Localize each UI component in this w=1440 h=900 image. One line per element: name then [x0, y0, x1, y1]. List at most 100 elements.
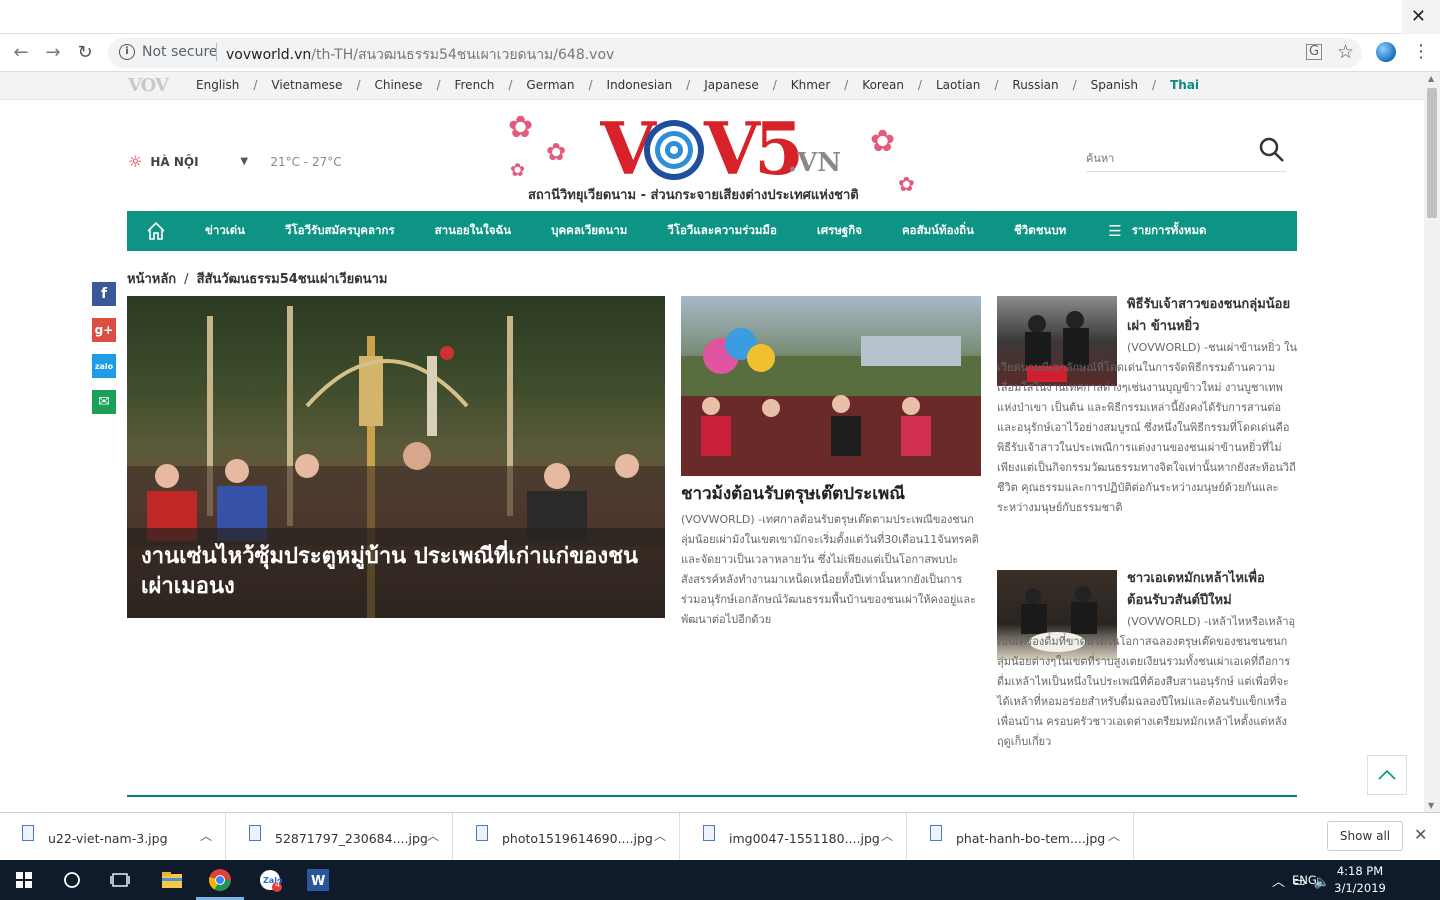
lang-sep: / — [686, 78, 691, 92]
hamburger-icon: ☰ — [1108, 222, 1122, 240]
facebook-share-icon[interactable]: f — [92, 282, 116, 306]
translate-icon[interactable]: G — [1306, 44, 1322, 60]
weather-city[interactable]: HÀ NỘI — [150, 155, 240, 169]
scroll-down-arrow-icon[interactable]: ▼ — [1428, 801, 1434, 810]
download-item[interactable]: photo1519614690....jpg ︿ — [454, 813, 680, 861]
chevron-up-icon[interactable]: ︿ — [881, 827, 893, 844]
lang-russian[interactable]: Russian — [1012, 78, 1058, 92]
breadcrumb-home[interactable]: หน้าหลัก — [127, 272, 176, 287]
search-box — [1086, 137, 1286, 172]
bookmark-star-icon[interactable]: ☆ — [1337, 41, 1354, 63]
lang-sep: / — [772, 78, 777, 92]
download-item[interactable]: img0047-1551180....jpg ︿ — [681, 813, 907, 861]
chevron-up-icon[interactable]: ︿ — [1108, 827, 1120, 844]
lang-spanish[interactable]: Spanish — [1091, 78, 1138, 92]
url-text[interactable]: vovworld.vn/th-TH/สนวฒนธรรม54ชนเผาเวยดนา… — [226, 44, 614, 66]
nav-item-rural-life[interactable]: ชีวิตชนบท — [1014, 222, 1066, 240]
chevron-up-icon — [1378, 769, 1396, 780]
security-label[interactable]: Not secure — [142, 44, 218, 60]
nav-item-economy[interactable]: เศรษฐกิจ — [817, 222, 862, 240]
download-filename: img0047-1551180....jpg — [729, 831, 880, 846]
browser-tabstrip: ✕ — [0, 0, 1440, 34]
reload-icon[interactable]: ↻ — [74, 42, 96, 63]
svg-text:W: W — [311, 874, 325, 889]
word-taskbar-icon[interactable]: W — [294, 860, 342, 900]
download-item[interactable]: u22-viet-nam-3.jpg ︿ — [0, 813, 226, 861]
downloads-bar: u22-viet-nam-3.jpg ︿ 52871797_230684....… — [0, 812, 1440, 861]
file-explorer-icon[interactable] — [148, 860, 196, 900]
tray-clock[interactable]: 4:18 PM 3/1/2019 — [1330, 863, 1390, 897]
download-item[interactable]: phat-hanh-bo-tem....jpg ︿ — [908, 813, 1134, 861]
chevron-up-icon[interactable]: ︿ — [427, 827, 439, 844]
search-icon[interactable] — [1258, 136, 1286, 164]
lang-sep: / — [588, 78, 593, 92]
back-arrow-icon[interactable]: ← — [10, 42, 32, 63]
nav-item-local-column[interactable]: คอสัมน์ท้องถิ่น — [902, 222, 974, 240]
nav-item-vov-cooperation[interactable]: วีโอวีและความร่วมมือ — [667, 222, 777, 240]
browser-tab[interactable] — [0, 0, 1402, 34]
page-scrollbar[interactable]: ▲ ▼ — [1424, 72, 1440, 812]
vov-small-logo[interactable]: VOV — [128, 75, 169, 96]
search-input[interactable] — [1086, 152, 1246, 165]
nav-item-vietnam-in-heart[interactable]: สานอยในใจฉัน — [435, 222, 512, 240]
zalo-share-icon[interactable]: zalo — [92, 354, 116, 378]
nav-item-news[interactable]: ข่าวเด่น — [205, 222, 245, 240]
window-close-icon[interactable]: ✕ — [1411, 6, 1426, 27]
lang-sep: / — [356, 78, 361, 92]
windows-start-icon[interactable] — [0, 860, 48, 900]
zalo-taskbar-icon[interactable]: Zalo 4 — [246, 860, 294, 900]
lang-thai[interactable]: Thai — [1170, 78, 1199, 92]
close-icon[interactable]: ✕ — [1414, 825, 1427, 844]
zalo-badge-count: 4 — [275, 880, 281, 889]
chevron-down-icon[interactable]: ▼ — [240, 156, 270, 167]
task-view-icon[interactable] — [96, 860, 144, 900]
nav-item-recruitment[interactable]: วีโอวีรับสมัครบุคลากร — [285, 222, 395, 240]
lang-english[interactable]: English — [196, 78, 239, 92]
lang-indonesian[interactable]: Indonesian — [607, 78, 673, 92]
right-article-2-title[interactable]: ชาวเอเดหมักเหล้าไหเพื่อต้อนรับวสันต์ปีให… — [1127, 568, 1299, 612]
chrome-menu-icon[interactable]: ⋮ — [1412, 41, 1430, 62]
middle-article-image[interactable] — [681, 296, 981, 476]
nav-all-programs[interactable]: ☰ รายการทั้งหมด — [1108, 222, 1206, 240]
home-icon[interactable] — [127, 211, 185, 251]
section-divider — [127, 795, 1297, 797]
chevron-up-icon[interactable]: ︿ — [200, 827, 212, 844]
lang-french[interactable]: French — [454, 78, 494, 92]
tray-date: 3/1/2019 — [1334, 881, 1386, 895]
lang-khmer[interactable]: Khmer — [791, 78, 830, 92]
profile-avatar-icon[interactable] — [1376, 42, 1396, 62]
input-language[interactable]: ENG — [1292, 873, 1317, 887]
search-circle-icon[interactable] — [48, 860, 96, 900]
weather-widget: ☼ HÀ NỘI ▼ 21°C - 27°C — [128, 152, 342, 171]
middle-article-title[interactable]: ชาวม้งต้อนรับตรุษเต๊ตประเพณี — [681, 482, 981, 506]
back-to-top-button[interactable] — [1367, 755, 1407, 795]
email-share-icon[interactable]: ✉ — [92, 390, 116, 414]
google-plus-share-icon[interactable]: g+ — [92, 318, 116, 342]
forward-arrow-icon[interactable]: → — [42, 42, 64, 63]
blossom-icon: ✿ — [510, 160, 526, 181]
lang-sep: / — [994, 78, 999, 92]
chevron-up-icon[interactable]: ︿ — [654, 827, 666, 844]
chrome-taskbar-icon[interactable] — [196, 860, 244, 900]
download-filename: phat-hanh-bo-tem....jpg — [956, 831, 1106, 846]
breadcrumb-sep: / — [184, 272, 189, 287]
lang-korean[interactable]: Korean — [862, 78, 904, 92]
scroll-thumb[interactable] — [1427, 88, 1437, 218]
divider — [216, 43, 217, 61]
lang-german[interactable]: German — [526, 78, 574, 92]
lang-vietnamese[interactable]: Vietnamese — [271, 78, 342, 92]
right-article-1-title[interactable]: พิธีรับเจ้าสาวของชนกลุ่มน้อยเผ่า ข้านหยิ… — [1127, 294, 1299, 338]
download-item[interactable]: 52871797_230684....jpg ︿ — [227, 813, 453, 861]
lang-japanese[interactable]: Japanese — [704, 78, 759, 92]
feature-article-title[interactable]: งานเซ่นไหว้ซุ้มประตูหมู่บ้าน ประเพณีที่เ… — [141, 542, 651, 602]
show-all-downloads-button[interactable]: Show all — [1327, 821, 1403, 851]
info-icon[interactable]: i — [119, 44, 135, 60]
address-bar[interactable]: i Not secure vovworld.vn/th-TH/สนวฒนธรรม… — [108, 38, 1362, 68]
scroll-up-arrow-icon[interactable]: ▲ — [1428, 74, 1434, 83]
lang-laotian[interactable]: Laotian — [936, 78, 980, 92]
nav-item-vietnamese-people[interactable]: บุคคลเวียดนาม — [551, 222, 627, 240]
breadcrumb-current[interactable]: สีสันวัฒนธรรม54ชนเผ่าเวียดนาม — [197, 272, 388, 287]
middle-article-desc: (VOVWORLD) -เทศกาลต้อนรับตรุษเต๊ดตามประเ… — [681, 513, 979, 626]
lang-chinese[interactable]: Chinese — [374, 78, 422, 92]
middle-image-art — [681, 328, 981, 476]
